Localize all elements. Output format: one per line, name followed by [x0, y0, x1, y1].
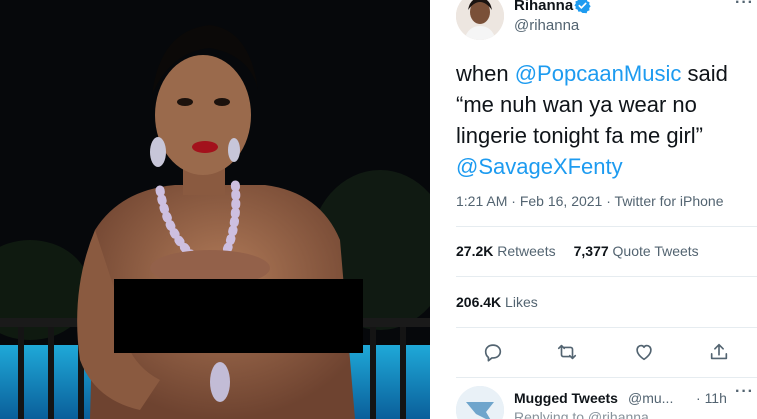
tweet-source[interactable]: Twitter for iPhone [615, 193, 724, 209]
meta-separator: · [606, 193, 611, 209]
handle[interactable]: @rihanna [514, 17, 579, 34]
share-icon[interactable] [708, 341, 730, 363]
tweet-date[interactable]: Feb 16, 2021 [520, 193, 603, 209]
stats-row: 27.2K Retweets 7,377 Quote Tweets [456, 243, 699, 259]
reply-avatar-image [456, 386, 504, 419]
reply-time-value: 11h [704, 390, 727, 406]
photo-image [0, 0, 430, 419]
retweet-icon[interactable] [556, 341, 578, 363]
meta-separator: · [511, 193, 516, 209]
quotes-stat[interactable]: 7,377 Quote Tweets [574, 243, 699, 259]
like-icon[interactable] [633, 341, 655, 363]
divider [456, 226, 757, 227]
likes-label: Likes [505, 294, 538, 310]
censor-bar [114, 279, 363, 353]
verified-icon [574, 0, 591, 14]
retweets-stat[interactable]: 27.2K Retweets [456, 243, 556, 259]
reply-display-name[interactable]: Mugged Tweets [514, 390, 618, 406]
reply-avatar[interactable] [456, 386, 504, 419]
tweet-panel: Rihanna @rihanna ··· when @PopcaanMusic … [430, 0, 757, 419]
divider [456, 276, 757, 277]
avatar[interactable] [456, 0, 504, 40]
tweet-time[interactable]: 1:21 AM [456, 193, 507, 209]
avatar-image [456, 0, 504, 40]
tweet-photo[interactable] [0, 0, 430, 419]
divider [456, 377, 757, 378]
display-name[interactable]: Rihanna [514, 0, 573, 14]
retweets-label: Retweets [497, 243, 556, 259]
reply-separator: · [696, 390, 701, 406]
likes-stat[interactable]: 206.4K Likes [456, 294, 538, 310]
reply-icon[interactable] [482, 341, 504, 363]
tweet-meta: 1:21 AM · Feb 16, 2021 · Twitter for iPh… [456, 193, 723, 209]
likes-count: 206.4K [456, 294, 502, 310]
more-options-icon[interactable]: ··· [735, 0, 754, 11]
retweets-count: 27.2K [456, 243, 494, 259]
quotes-count: 7,377 [573, 243, 609, 259]
divider [456, 327, 757, 328]
mention-link[interactable]: @SavageXFenty [456, 154, 623, 179]
tweet-text-segment: when [456, 61, 515, 86]
tweet-text: when @PopcaanMusic said “me nuh wan ya w… [456, 58, 756, 182]
quotes-label: Quote Tweets [612, 243, 699, 259]
mention-link[interactable]: @PopcaanMusic [515, 61, 682, 86]
reply-time[interactable]: · 11h [696, 390, 727, 406]
tweet-actions [456, 341, 756, 365]
reply-context: Replying to @rihanna [514, 409, 649, 419]
reply-more-icon[interactable]: ··· [735, 383, 754, 401]
reply-handle[interactable]: @mu... [628, 390, 673, 406]
